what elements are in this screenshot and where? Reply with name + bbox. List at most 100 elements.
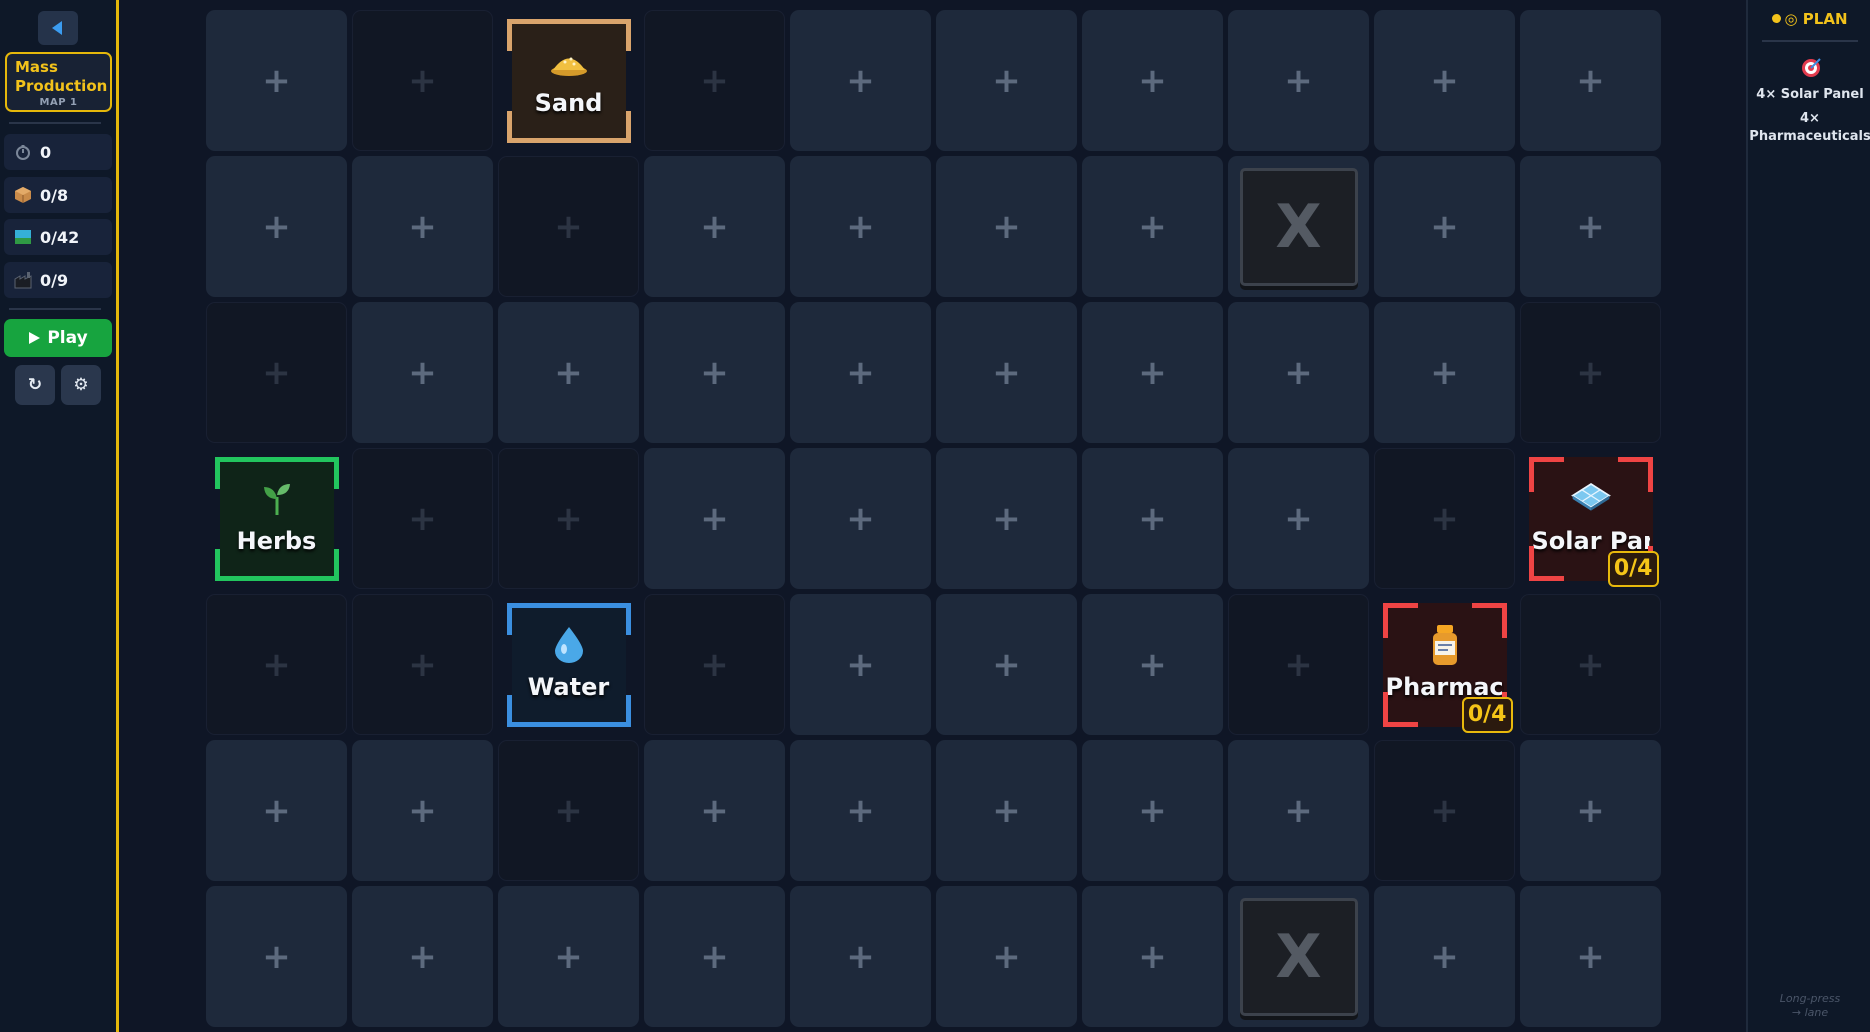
play-label: Play xyxy=(47,328,88,348)
settings-button[interactable]: ⚙ xyxy=(61,365,101,405)
grid-cell-empty[interactable]: + xyxy=(644,302,785,443)
map-label: MAP 1 xyxy=(39,97,78,108)
plus-icon: + xyxy=(1430,936,1459,977)
grid-cell-empty[interactable]: + xyxy=(1374,156,1515,297)
plus-icon: + xyxy=(262,644,291,685)
grid-cell-unbuildable[interactable]: + xyxy=(1228,594,1369,735)
grid-cell-unbuildable[interactable]: + xyxy=(352,10,493,151)
grid-cell-empty[interactable]: + xyxy=(1082,156,1223,297)
plus-icon: + xyxy=(408,206,437,247)
grid-cell-empty[interactable]: + xyxy=(1082,886,1223,1027)
grid-cell-empty[interactable]: + xyxy=(936,740,1077,881)
grid-cell-empty[interactable]: + xyxy=(1082,740,1223,881)
grid-cell-empty[interactable]: + xyxy=(936,448,1077,589)
grid-cell-empty[interactable]: + xyxy=(206,886,347,1027)
grid-cell-empty[interactable]: + xyxy=(1082,448,1223,589)
grid-cell-empty[interactable]: + xyxy=(790,740,931,881)
grid-cell-empty[interactable]: + xyxy=(790,886,931,1027)
grid-cell-empty[interactable]: + xyxy=(790,156,931,297)
target-tile-solar-panel[interactable]: Solar Panel0/4 xyxy=(1520,448,1661,589)
grid-cell-empty[interactable]: + xyxy=(790,302,931,443)
plus-icon: + xyxy=(700,644,729,685)
plus-icon: + xyxy=(262,352,291,393)
grid-cell-empty[interactable]: + xyxy=(936,594,1077,735)
target-sink: Pharmaceuticals0/4 xyxy=(1382,602,1513,733)
grid-cell-empty[interactable]: + xyxy=(936,156,1077,297)
play-button[interactable]: Play xyxy=(4,319,112,357)
plan-header: ◎ PLAN xyxy=(1748,10,1870,28)
grid-cell-empty[interactable]: + xyxy=(1228,302,1369,443)
tile-label: Water xyxy=(527,672,610,701)
plus-icon: + xyxy=(1284,498,1313,539)
plan-title: ◎ PLAN xyxy=(1784,10,1848,28)
grid-cell-empty[interactable]: + xyxy=(936,10,1077,151)
grid-cell-empty[interactable]: + xyxy=(644,886,785,1027)
resource-tile-sand[interactable]: Sand xyxy=(498,10,639,151)
sand-icon xyxy=(549,41,589,81)
plus-icon: + xyxy=(1138,352,1167,393)
grid-cell-unbuildable[interactable]: + xyxy=(644,594,785,735)
grid-cell-unbuildable[interactable]: + xyxy=(206,594,347,735)
grid-cell-empty[interactable]: + xyxy=(352,302,493,443)
hint-text: Long-press → lane xyxy=(1779,992,1841,1019)
grid-cell-empty[interactable]: + xyxy=(352,156,493,297)
grid-cell-unbuildable[interactable]: + xyxy=(1520,594,1661,735)
grid-cell-empty[interactable]: + xyxy=(1520,886,1661,1027)
grid-cell-empty[interactable]: + xyxy=(936,302,1077,443)
grid-cell-empty[interactable]: + xyxy=(1374,886,1515,1027)
grid-cell-unbuildable[interactable]: + xyxy=(498,740,639,881)
timer-icon xyxy=(13,142,33,162)
resource-tile-water[interactable]: Water xyxy=(498,594,639,735)
grid-cell-empty[interactable]: + xyxy=(352,886,493,1027)
grid-cell-empty[interactable]: + xyxy=(1082,10,1223,151)
tile-corner xyxy=(1382,691,1418,727)
tile-border-gap xyxy=(506,50,512,111)
grid-cell-unbuildable[interactable]: + xyxy=(498,156,639,297)
target-tile-pharmaceuticals[interactable]: Pharmaceuticals0/4 xyxy=(1374,594,1515,735)
grid-cell-empty[interactable]: + xyxy=(206,156,347,297)
grid-cell-empty[interactable]: + xyxy=(498,302,639,443)
grid-cell-empty[interactable]: + xyxy=(1082,594,1223,735)
conveyor-icon xyxy=(13,227,33,247)
grid-cell-empty[interactable]: + xyxy=(644,156,785,297)
grid-cell-empty[interactable]: + xyxy=(1520,10,1661,151)
grid-cell-unbuildable[interactable]: + xyxy=(352,594,493,735)
grid-cell-empty[interactable]: + xyxy=(936,886,1077,1027)
grid-cell-empty[interactable]: + xyxy=(1228,740,1369,881)
grid-cell-empty[interactable]: + xyxy=(1228,448,1369,589)
grid-cell-empty[interactable]: + xyxy=(206,10,347,151)
grid-cell-unbuildable[interactable]: + xyxy=(644,10,785,151)
grid-cell-empty[interactable]: + xyxy=(790,448,931,589)
grid-cell-unbuildable[interactable]: + xyxy=(498,448,639,589)
plus-icon: + xyxy=(262,936,291,977)
grid-cell-unbuildable[interactable]: + xyxy=(352,448,493,589)
grid-cell-empty[interactable]: + xyxy=(1520,156,1661,297)
tile-corner xyxy=(1528,545,1564,581)
grid-cell-empty[interactable]: + xyxy=(790,594,931,735)
resource-tile-herbs[interactable]: Herbs xyxy=(206,448,347,589)
grid-cell-empty[interactable]: + xyxy=(352,740,493,881)
grid-cell-empty[interactable]: + xyxy=(1082,302,1223,443)
grid-cell-unbuildable[interactable]: + xyxy=(1374,740,1515,881)
plus-icon: + xyxy=(1138,60,1167,101)
plus-icon: + xyxy=(1430,60,1459,101)
back-button[interactable] xyxy=(38,11,78,45)
grid-cell-empty[interactable]: + xyxy=(1374,302,1515,443)
plus-icon: + xyxy=(1284,644,1313,685)
grid-cell-unbuildable[interactable]: + xyxy=(1374,448,1515,589)
grid-cell-empty[interactable]: + xyxy=(206,740,347,881)
grid-cell-unbuildable[interactable]: + xyxy=(1520,302,1661,443)
plus-icon: + xyxy=(1138,644,1167,685)
grid-cell-empty[interactable]: + xyxy=(644,448,785,589)
grid-cell-empty[interactable]: + xyxy=(1520,740,1661,881)
plus-icon: + xyxy=(846,644,875,685)
blocked-cell: X xyxy=(1228,156,1369,297)
grid-cell-empty[interactable]: + xyxy=(644,740,785,881)
grid-cell-empty[interactable]: + xyxy=(498,886,639,1027)
back-arrow-icon xyxy=(52,21,62,35)
grid-cell-unbuildable[interactable]: + xyxy=(206,302,347,443)
restart-button[interactable]: ↻ xyxy=(15,365,55,405)
grid-cell-empty[interactable]: + xyxy=(1228,10,1369,151)
grid-cell-empty[interactable]: + xyxy=(1374,10,1515,151)
grid-cell-empty[interactable]: + xyxy=(790,10,931,151)
